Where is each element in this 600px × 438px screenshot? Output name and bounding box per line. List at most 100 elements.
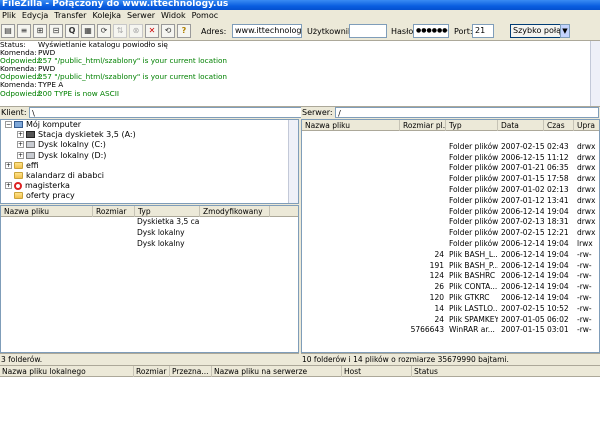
tree-item[interactable]: kalandarz di ababci (5, 171, 298, 181)
remote-col-size[interactable]: Rozmiar pl... (400, 120, 446, 131)
file-time: 19:04 (547, 206, 569, 216)
log-kind: Odpowiedź: (0, 88, 43, 98)
computer-icon (14, 121, 23, 128)
tree-item[interactable]: oferty pracy (5, 191, 298, 201)
table-row[interactable]: backup-1-15-2007_03...5766643WinRAR ar..… (302, 325, 599, 336)
table-row[interactable]: public_ftpFolder plików2006-12-1419:04dr… (302, 207, 599, 218)
table-row[interactable]: tmpFolder plików2007-02-1512:21drwx (302, 228, 599, 239)
collapse-icon[interactable]: − (5, 121, 12, 128)
table-row[interactable]: C:Dysk lokalny (1, 228, 298, 239)
local-col-name[interactable]: Nazwa pliku (1, 206, 93, 217)
table-row[interactable]: mailFolder plików2007-01-1213:41drwx (302, 196, 599, 207)
table-row[interactable]: .contactemail26Plik CONTA...2006-12-1419… (302, 282, 599, 293)
table-row[interactable]: .trashFolder plików2007-01-1517:58drwx (302, 174, 599, 185)
log-scrollbar[interactable] (590, 41, 600, 106)
table-row[interactable]: .fantasticodataFolder plików2006-12-1511… (302, 153, 599, 164)
table-row[interactable]: .bash_logout24Plik BASH_L...2006-12-1419… (302, 250, 599, 261)
menu-help[interactable]: Pomoc (190, 11, 223, 20)
tree-item[interactable]: + Dysk lokalny (D:) (5, 151, 298, 161)
menu-file[interactable]: Plik (0, 11, 20, 20)
file-time: 11:12 (547, 152, 569, 162)
help-icon[interactable]: ? (177, 24, 191, 38)
menu-view[interactable]: Widok (159, 11, 190, 20)
user-input[interactable] (349, 24, 387, 38)
queue-col-host[interactable]: Host (342, 366, 412, 377)
table-row[interactable]: .. (302, 131, 599, 142)
site-manager-icon[interactable]: ▤ (1, 24, 15, 38)
menu-transfer[interactable]: Transfer (52, 11, 90, 20)
log-text: Wyświetlanie katalogu powiodło się (38, 41, 168, 49)
queue-col-status[interactable]: Status (412, 366, 600, 377)
queue-col-direction[interactable]: Przezna... (170, 366, 212, 377)
table-row[interactable]: .cpanel-datastoreFolder plików2007-02-15… (302, 142, 599, 153)
local-path-input[interactable]: \ (29, 107, 304, 118)
tree-item[interactable]: + Stacja dyskietek 3,5 (A:) (5, 130, 298, 140)
toggle-queue-icon[interactable]: ▦ (81, 24, 95, 38)
table-row[interactable]: public_htmlFolder plików2007-02-1318:31d… (302, 217, 599, 228)
expand-icon[interactable]: + (17, 141, 24, 149)
reconnect-icon[interactable]: ⟲ (161, 24, 175, 38)
menu-queue[interactable]: Kolejka (90, 11, 125, 20)
table-row[interactable]: .sqmaildataFolder plików2007-01-2106:35d… (302, 163, 599, 174)
menu-edit[interactable]: Edycja (20, 11, 52, 20)
queue-list (0, 377, 600, 438)
remote-col-name[interactable]: Nazwa pliku (302, 120, 400, 131)
local-col-type[interactable]: Typ (135, 206, 200, 217)
file-date: 2006-12-14 (501, 260, 544, 270)
queue-col-size[interactable]: Rozmiar (134, 366, 170, 377)
refresh-icon[interactable]: ⟳ (97, 24, 111, 38)
toggle-remote-tree-icon[interactable]: ⊟ (49, 24, 63, 38)
password-input[interactable]: ●●●●●●●● (413, 24, 449, 38)
remote-col-type[interactable]: Typ (446, 120, 498, 131)
queue-col-local[interactable]: Nazwa pliku lokalnego (0, 366, 134, 377)
file-date: 2006-12-14 (501, 249, 544, 259)
queue-icon[interactable]: Q (65, 24, 79, 38)
remote-col-date[interactable]: Data (498, 120, 544, 131)
port-input[interactable]: 21 (472, 24, 494, 38)
disconnect-icon[interactable]: ✕ (145, 24, 159, 38)
file-size: 191 (429, 260, 444, 270)
expand-icon[interactable]: + (17, 131, 24, 139)
file-type: Plik BASH_P... (449, 260, 498, 270)
remote-col-perm[interactable]: Upra (574, 120, 599, 131)
file-date: 2006-12-14 (501, 292, 544, 302)
file-time: 19:04 (547, 238, 569, 248)
file-time: 12:21 (547, 228, 569, 238)
menu-server[interactable]: Serwer (125, 11, 159, 20)
remote-path-input[interactable]: / (335, 107, 600, 118)
local-tree-scrollbar[interactable] (288, 120, 298, 203)
file-permissions: -rw- (577, 303, 592, 313)
table-row[interactable]: A:Dyskietka 3,5 cala (1, 217, 298, 228)
tree-item[interactable]: + Dysk lokalny (C:) (5, 140, 298, 150)
expand-icon[interactable]: + (5, 182, 12, 190)
table-row[interactable]: .bashrc124Plik BASHRC2006-12-1419:04-rw- (302, 271, 599, 282)
table-row[interactable]: .lastlogin14Plik LASTLO...2007-02-1510:5… (302, 304, 599, 315)
file-permissions: drwx (577, 206, 596, 216)
queue-col-remote[interactable]: Nazwa pliku na serwerze (212, 366, 342, 377)
toggle-tree-icon[interactable]: ⊞ (33, 24, 47, 38)
expand-icon[interactable]: + (5, 161, 12, 169)
chevron-down-icon[interactable]: ▼ (560, 24, 570, 38)
tree-item[interactable]: + magisterka (5, 181, 298, 191)
table-row[interactable]: .bash_profile191Plik BASH_P...2006-12-14… (302, 261, 599, 272)
file-type: Folder plików (449, 228, 498, 238)
local-col-size[interactable]: Rozmiar (93, 206, 135, 217)
log-line: Odpowiedź:257 "/public_html/szablony" is… (0, 73, 600, 81)
remote-col-time[interactable]: Czas (544, 120, 574, 131)
local-col-modified[interactable]: Zmodyfikowany (200, 206, 270, 217)
tree-item[interactable]: − Mój komputer (5, 120, 298, 130)
file-type: Dysk lokalny (137, 227, 185, 237)
table-row[interactable]: .spamkey24Plik SPAMKEY2007-01-0506:02-rw… (302, 315, 599, 326)
toggle-log-icon[interactable]: ≡ (17, 24, 31, 38)
file-type: Dyskietka 3,5 cala (137, 217, 200, 226)
file-time: 06:02 (547, 314, 569, 324)
table-row[interactable]: etcFolder plików2007-01-0202:13drwx (302, 185, 599, 196)
tree-item[interactable]: + effi (5, 161, 298, 171)
expand-icon[interactable]: + (17, 151, 24, 159)
address-input[interactable]: www.ittechnology.us (232, 24, 302, 38)
table-row[interactable]: .gtkrc120Plik GTKRC2006-12-1419:04-rw- (302, 293, 599, 304)
table-row[interactable]: wwwFolder plików2006-12-1419:04lrwx (302, 239, 599, 250)
cancel-icon[interactable]: ⊗ (129, 24, 143, 38)
process-queue-icon[interactable]: ⇅ (113, 24, 127, 38)
table-row[interactable]: D:Dysk lokalny (1, 239, 298, 250)
